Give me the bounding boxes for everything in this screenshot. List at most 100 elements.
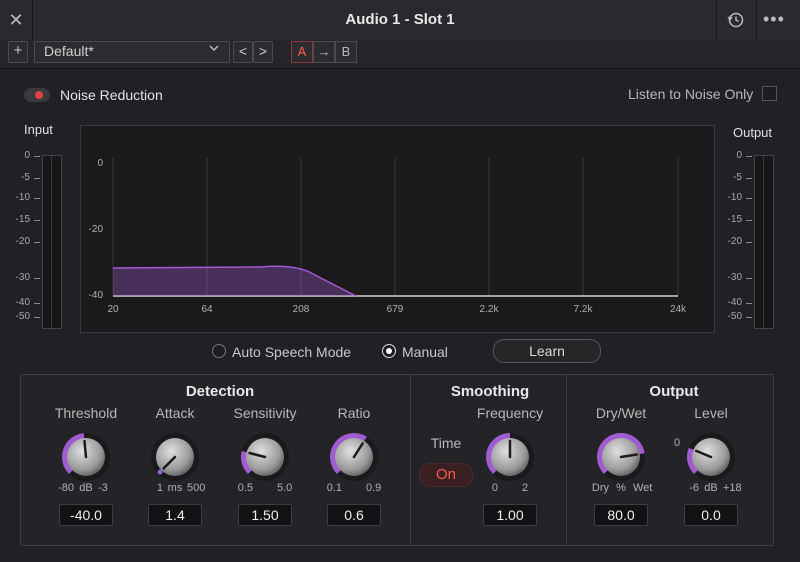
frequency-value-field[interactable]: 1.00: [483, 504, 537, 526]
copy-a-to-b-button[interactable]: →: [313, 41, 335, 63]
learn-button[interactable]: Learn: [493, 339, 601, 363]
dry-wet-unit-label: %: [616, 482, 626, 494]
input-tick-label: 0: [24, 150, 30, 161]
input-tick-label: -30: [15, 272, 30, 283]
auto-speech-label: Auto Speech Mode: [232, 344, 352, 360]
input-tick-label: -40: [15, 297, 30, 308]
noise-profile-area: [113, 266, 356, 296]
db-tick-label: -20: [89, 224, 104, 235]
level-unit-label: dB: [704, 482, 718, 494]
ratio-label: Ratio: [337, 405, 371, 421]
frequency-label: Frequency: [476, 405, 544, 421]
listen-noise-checkbox[interactable]: [762, 86, 777, 101]
frequency-knob[interactable]: [482, 429, 538, 485]
input-tick-label: -20: [15, 236, 30, 247]
window-title: Audio 1 - Slot 1: [345, 11, 455, 28]
output-section-title: Output: [649, 383, 699, 400]
previous-preset-button[interactable]: <: [233, 41, 253, 63]
output-tick-mark: [746, 156, 752, 157]
noise-reduction-label: Noise Reduction: [60, 87, 163, 103]
noise-profile-graph[interactable]: 20 64 208 679 2.2k 7.2k 24k 0 -20 -40: [80, 125, 715, 333]
output-tick-mark: [746, 220, 752, 221]
time-label: Time: [430, 435, 462, 451]
enabled-indicator: [35, 91, 43, 99]
input-meter-title: Input: [24, 122, 53, 137]
input-tick-label: -10: [15, 192, 30, 203]
frequency-max-label: 2: [522, 482, 529, 494]
dry-wet-max-label: Wet: [633, 482, 653, 494]
ratio-value-field[interactable]: 0.6: [327, 504, 381, 526]
dry-wet-knob[interactable]: [593, 429, 649, 485]
more-options-icon[interactable]: •••: [763, 10, 789, 30]
time-on-button[interactable]: On: [419, 463, 473, 487]
detection-section-title: Detection: [185, 383, 255, 400]
output-tick-mark: [746, 198, 752, 199]
freq-tick-label: 20: [107, 304, 119, 315]
history-icon[interactable]: [726, 10, 746, 30]
threshold-unit-label: dB: [79, 482, 93, 494]
next-preset-button[interactable]: >: [253, 41, 273, 63]
smoothing-section-title: Smoothing: [450, 383, 530, 400]
manual-label: Manual: [402, 344, 448, 360]
threshold-label: Threshold: [54, 405, 118, 421]
sensitivity-knob[interactable]: [237, 429, 293, 485]
input-tick-mark: [34, 303, 40, 304]
manual-radio-selected-dot: [386, 348, 392, 354]
divider: [410, 375, 411, 544]
input-tick-mark: [34, 178, 40, 179]
dry-wet-label: Dry/Wet: [595, 405, 647, 421]
graph-canvas: 20 64 208 679 2.2k 7.2k 24k 0 -20 -40: [89, 158, 687, 315]
divider: [756, 0, 757, 40]
db-tick-label: 0: [97, 158, 103, 169]
dry-wet-min-label: Dry: [591, 482, 609, 494]
attack-value-field[interactable]: 1.4: [148, 504, 202, 526]
input-tick-mark: [34, 156, 40, 157]
level-knob[interactable]: [683, 429, 739, 485]
threshold-value-field[interactable]: -40.0: [59, 504, 113, 526]
dry-wet-value-field[interactable]: 80.0: [594, 504, 648, 526]
level-max-label: +18: [723, 482, 742, 494]
freq-tick-label: 2.2k: [480, 304, 500, 315]
level-min-label: -6: [689, 482, 699, 494]
ratio-max-label: 0.9: [366, 482, 382, 494]
frequency-min-label: 0: [491, 482, 498, 494]
output-level-meter: [754, 155, 774, 329]
attack-min-label: 1: [156, 482, 163, 494]
input-tick-mark: [34, 242, 40, 243]
freq-tick-label: 679: [387, 304, 404, 315]
freq-tick-label: 24k: [670, 304, 687, 315]
freq-tick-label: 208: [293, 304, 310, 315]
level-value-field[interactable]: 0.0: [684, 504, 738, 526]
attack-label: Attack: [155, 405, 195, 421]
input-tick-label: -15: [15, 214, 30, 225]
sensitivity-min-label: 0.5: [237, 482, 253, 494]
listen-noise-label: Listen to Noise Only: [628, 86, 754, 102]
attack-unit-label: ms: [167, 482, 183, 494]
auto-speech-radio[interactable]: [212, 344, 226, 358]
divider: [566, 375, 567, 544]
output-tick-mark: [746, 242, 752, 243]
threshold-knob[interactable]: [58, 429, 114, 485]
compare-b-button[interactable]: B: [335, 41, 357, 63]
input-tick-mark: [34, 278, 40, 279]
divider: [32, 0, 33, 40]
input-tick-mark: [34, 198, 40, 199]
divider: [716, 0, 717, 40]
level-zero-label: 0: [673, 437, 681, 449]
output-meter-title: Output: [733, 125, 773, 140]
input-tick-label: -5: [21, 172, 30, 183]
output-tick-mark: [746, 178, 752, 179]
sensitivity-max-label: 5.0: [277, 482, 293, 494]
level-label: Level: [694, 405, 728, 421]
ratio-knob[interactable]: [326, 429, 382, 485]
add-preset-button[interactable]: +: [8, 41, 28, 63]
attack-max-label: 500: [187, 482, 206, 494]
attack-knob[interactable]: [147, 429, 203, 485]
db-tick-label: -40: [89, 290, 104, 301]
close-icon[interactable]: ✕: [6, 9, 26, 31]
freq-tick-label: 64: [201, 304, 213, 315]
freq-tick-label: 7.2k: [574, 304, 594, 315]
ratio-min-label: 0.1: [326, 482, 342, 494]
sensitivity-value-field[interactable]: 1.50: [238, 504, 292, 526]
compare-a-button[interactable]: A: [291, 41, 313, 63]
